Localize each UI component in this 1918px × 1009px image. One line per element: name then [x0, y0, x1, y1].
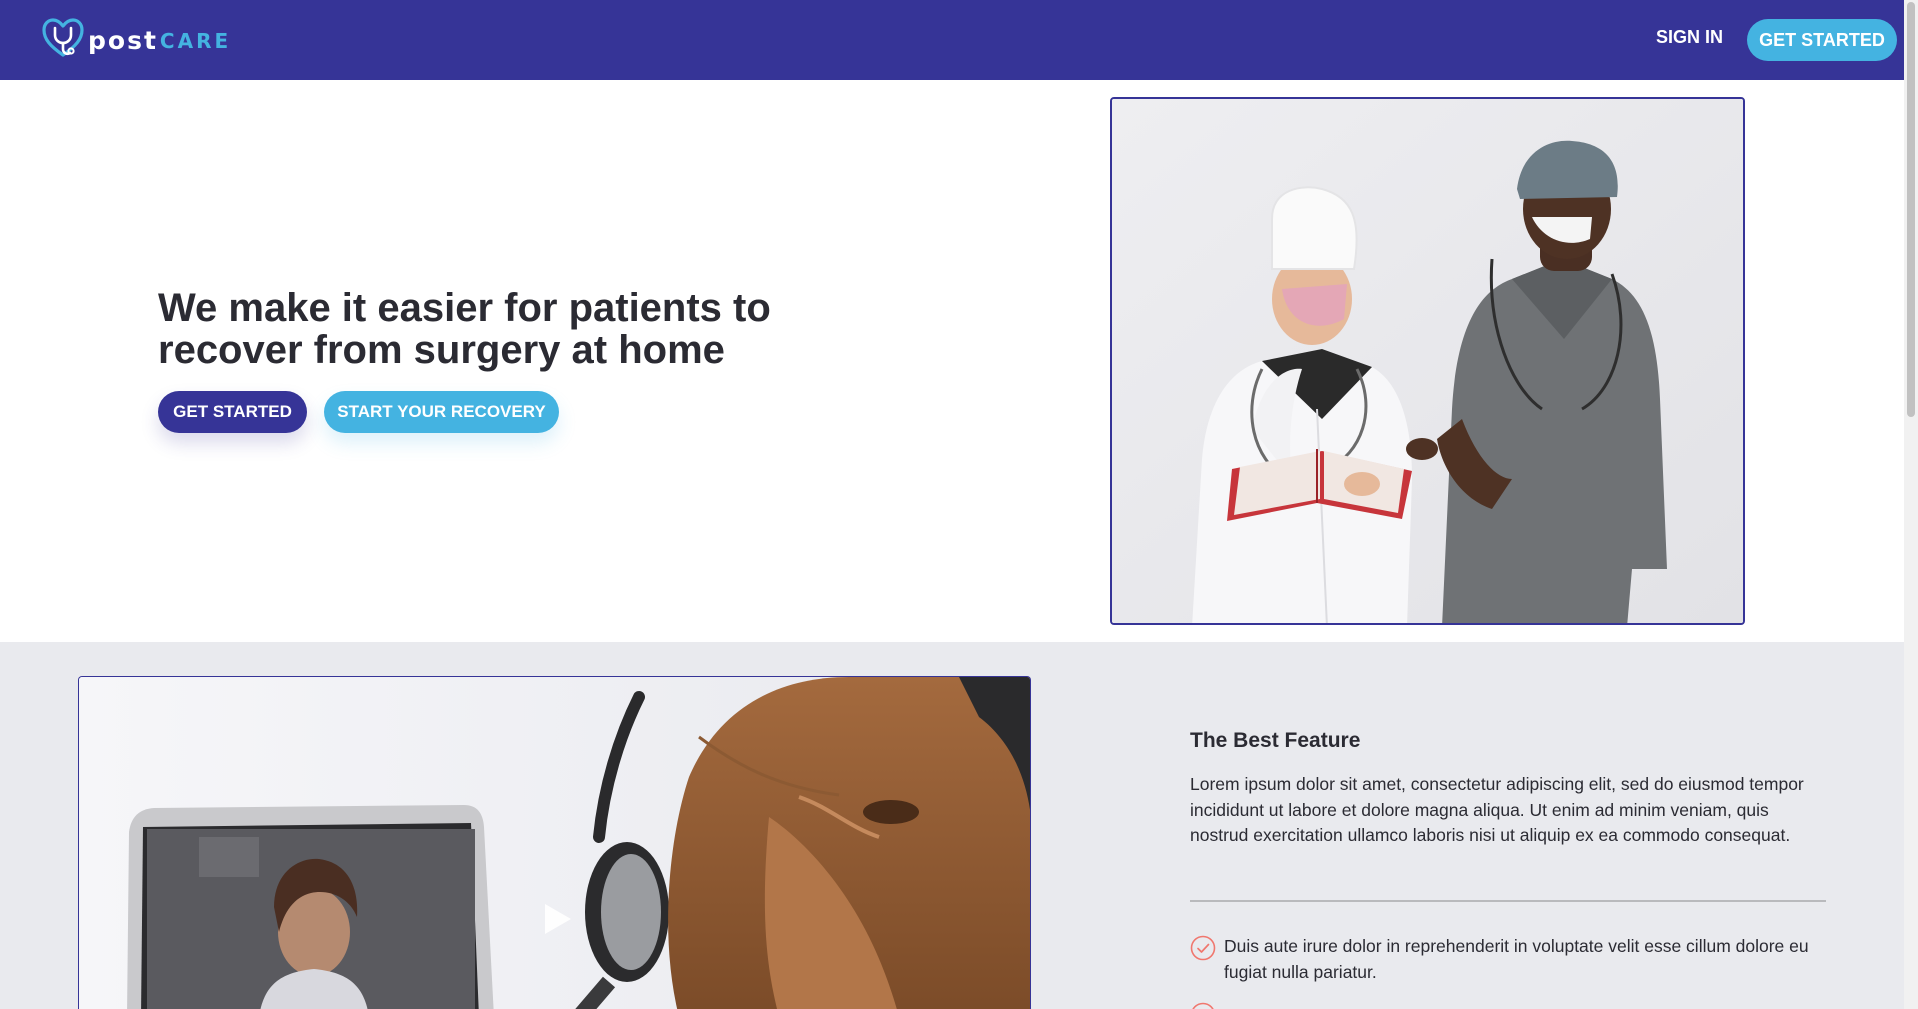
hero-title: We make it easier for patients to recove… [158, 286, 771, 372]
nav-get-started-button[interactable]: GET STARTED [1747, 19, 1897, 61]
hero-section: We make it easier for patients to recove… [0, 80, 1904, 642]
feature-list-item-text: Duis aute irure dolor in reprehenderit i… [1224, 936, 1809, 982]
feature-title: The Best Feature [1190, 729, 1361, 752]
doctors-reading-book-photo [1110, 97, 1745, 625]
feature-section: The Best Feature Lorem ipsum dolor sit a… [0, 642, 1904, 1009]
scrollbar[interactable] [1904, 0, 1918, 1009]
logo-text-care: CARE [159, 29, 232, 53]
feature-divider [1190, 900, 1826, 902]
logo[interactable]: post CARE [40, 17, 231, 63]
feature-list-item: Duis aute irure dolor in reprehenderit i… [1190, 934, 1826, 985]
stethoscope-heart-icon [40, 15, 86, 66]
feature-description: Lorem ipsum dolor sit amet, consectetur … [1190, 774, 1804, 845]
start-recovery-button[interactable]: START YOUR RECOVERY [324, 391, 559, 433]
scrollbar-thumb[interactable] [1907, 2, 1915, 417]
sign-in-link[interactable]: SIGN IN [1656, 27, 1723, 48]
check-circle-icon [1190, 935, 1216, 961]
patient-video-call-photo[interactable] [78, 676, 1031, 1009]
logo-text-post: post [88, 25, 158, 55]
check-circle-icon [1190, 1002, 1216, 1009]
navbar: post CARE SIGN IN GET STARTED [0, 0, 1904, 80]
play-icon[interactable] [543, 902, 573, 941]
get-started-button[interactable]: GET STARTED [158, 391, 307, 433]
